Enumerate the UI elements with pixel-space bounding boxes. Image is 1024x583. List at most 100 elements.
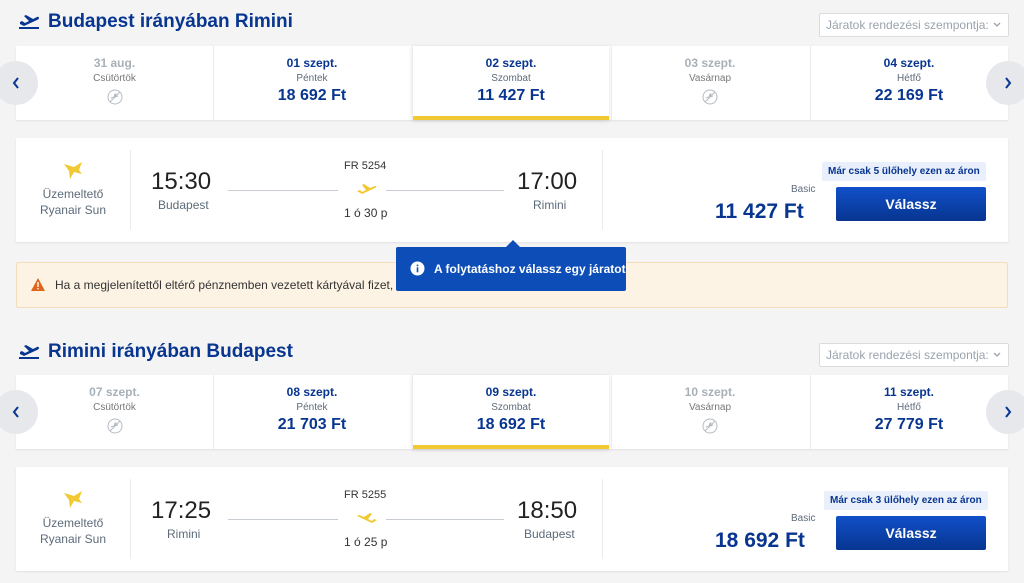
outbound-header: Budapest irányában Rimini <box>18 8 293 36</box>
chevron-right-icon <box>1005 77 1012 89</box>
no-flight-icon <box>702 418 718 434</box>
plane-depart-icon <box>19 345 39 359</box>
operator-name: Ryanair Sun <box>39 203 107 217</box>
divider <box>130 150 131 230</box>
inbound-header: Rimini irányában Budapest <box>18 338 293 366</box>
chevron-right-icon <box>1005 406 1012 418</box>
operator: Üzemeltető Ryanair Sun <box>16 467 130 571</box>
selected-indicator <box>413 116 609 120</box>
divider <box>602 479 603 559</box>
route-line <box>386 519 504 520</box>
date-label: 04 szept. <box>883 56 935 70</box>
select-flight-tooltip: A folytatáshoz válassz egy járatot <box>396 240 626 291</box>
date-label: 08 szept. <box>286 385 338 399</box>
plane-depart-icon <box>19 15 39 29</box>
date-price: 18 692 Ft <box>476 416 546 433</box>
flight-card[interactable]: Üzemeltető Ryanair Sun 17:25 Rimini FR 5… <box>16 467 1008 571</box>
seats-left-badge: Már csak 5 ülőhely ezen az áron <box>822 162 986 181</box>
date-label: 03 szept. <box>684 56 736 70</box>
flight-duration: 1 ó 30 p <box>344 206 388 220</box>
warning-text: Ha a megjelenítettől eltérő pénznemben v… <box>55 278 404 292</box>
fare-name: Basic <box>791 513 816 524</box>
sort-select[interactable]: Járatok rendezési szempontja: <box>819 343 1009 367</box>
date-label: 10 szept. <box>684 385 736 399</box>
divider <box>602 150 603 230</box>
tooltip-text: A folytatáshoz válassz egy járatot <box>434 262 626 276</box>
section-title: Budapest irányában Rimini <box>48 11 293 32</box>
select-flight-button[interactable]: Válassz <box>836 516 986 550</box>
select-flight-button[interactable]: Válassz <box>836 187 986 221</box>
route-line <box>228 519 338 520</box>
date-label: 02 szept. <box>485 56 537 70</box>
flight-price: 18 692 Ft <box>715 529 805 552</box>
tooltip-arrow <box>505 240 521 248</box>
weekday-label: Hétfő <box>897 402 921 413</box>
seats-left-badge: Már csak 3 ülőhely ezen az áron <box>824 491 988 510</box>
no-flight-icon <box>107 89 122 105</box>
route-line <box>228 190 338 191</box>
weekday-label: Vasárnap <box>688 73 732 84</box>
weekday-label: Vasárnap <box>688 402 732 413</box>
operator-name: Ryanair Sun <box>39 532 107 546</box>
date-price: 27 779 Ft <box>874 416 944 433</box>
selected-indicator <box>413 445 609 449</box>
flight-duration: 1 ó 25 p <box>344 535 388 549</box>
date-carousel: 31 aug. Csütörtök 01 szept. Péntek 18 69… <box>0 46 1024 120</box>
ryanair-logo-icon <box>64 162 82 179</box>
departure-city: Rimini <box>167 527 201 541</box>
operator-label: Üzemeltető <box>42 516 104 530</box>
arrival-time: 17:00 <box>517 168 578 195</box>
divider <box>130 479 131 559</box>
weekday-label: Csütörtök <box>93 402 136 413</box>
date-price: 18 692 Ft <box>277 87 347 104</box>
weekday-label: Hétfő <box>897 73 921 84</box>
chevron-down-icon <box>993 352 1001 357</box>
date-option: 03 szept. Vasárnap <box>611 46 808 120</box>
section-title: Rimini irányában Budapest <box>48 341 293 362</box>
next-dates-button[interactable] <box>986 390 1024 434</box>
weekday-label: Csütörtök <box>93 73 136 84</box>
departure-time: 17:25 <box>151 497 212 524</box>
sort-placeholder: Járatok rendezési szempontja: <box>826 348 989 362</box>
flight-card[interactable]: Üzemeltető Ryanair Sun 15:30 Budapest FR… <box>16 138 1008 242</box>
date-option[interactable]: 01 szept. Péntek 18 692 Ft <box>213 46 410 120</box>
date-price: 21 703 Ft <box>277 416 347 433</box>
flight-price: 11 427 Ft <box>715 200 804 223</box>
date-carousel: 07 szept. Csütörtök 08 szept. Péntek 21 … <box>0 375 1024 449</box>
no-flight-icon <box>702 89 718 105</box>
operator: Üzemeltető Ryanair Sun <box>16 138 130 242</box>
flight-number: FR 5255 <box>344 489 387 501</box>
plane-icon <box>357 184 377 194</box>
weekday-label: Szombat <box>491 402 531 413</box>
date-option-selected[interactable]: 09 szept. Szombat 18 692 Ft <box>412 375 609 449</box>
info-icon <box>410 261 425 276</box>
date-option: 07 szept. Csütörtök <box>16 375 213 449</box>
date-label: 31 aug. <box>93 56 136 70</box>
departure-time: 15:30 <box>151 168 212 195</box>
flight-number: FR 5254 <box>344 160 387 172</box>
date-price: 22 169 Ft <box>874 87 944 104</box>
date-option[interactable]: 11 szept. Hétfő 27 779 Ft <box>810 375 1007 449</box>
weekday-label: Szombat <box>491 73 531 84</box>
next-dates-button[interactable] <box>986 61 1024 105</box>
departure-city: Budapest <box>158 198 209 212</box>
sort-select[interactable]: Járatok rendezési szempontja: <box>819 13 1009 37</box>
date-label: 01 szept. <box>286 56 338 70</box>
route-line <box>386 190 504 191</box>
date-option[interactable]: 08 szept. Péntek 21 703 Ft <box>213 375 410 449</box>
arrival-city: Rimini <box>533 198 567 212</box>
operator-label: Üzemeltető <box>42 187 104 201</box>
date-option: 31 aug. Csütörtök <box>16 46 213 120</box>
weekday-label: Péntek <box>296 402 328 413</box>
plane-icon <box>357 513 377 523</box>
warning-icon <box>31 278 45 291</box>
fare-name: Basic <box>791 184 816 195</box>
chevron-down-icon <box>993 22 1001 27</box>
arrival-city: Budapest <box>524 527 575 541</box>
date-option: 10 szept. Vasárnap <box>611 375 808 449</box>
arrival-time: 18:50 <box>517 497 578 524</box>
date-price: 11 427 Ft <box>477 87 545 104</box>
date-label: 11 szept. <box>883 385 935 399</box>
date-option-selected[interactable]: 02 szept. Szombat 11 427 Ft <box>412 46 609 120</box>
date-option[interactable]: 04 szept. Hétfő 22 169 Ft <box>810 46 1007 120</box>
